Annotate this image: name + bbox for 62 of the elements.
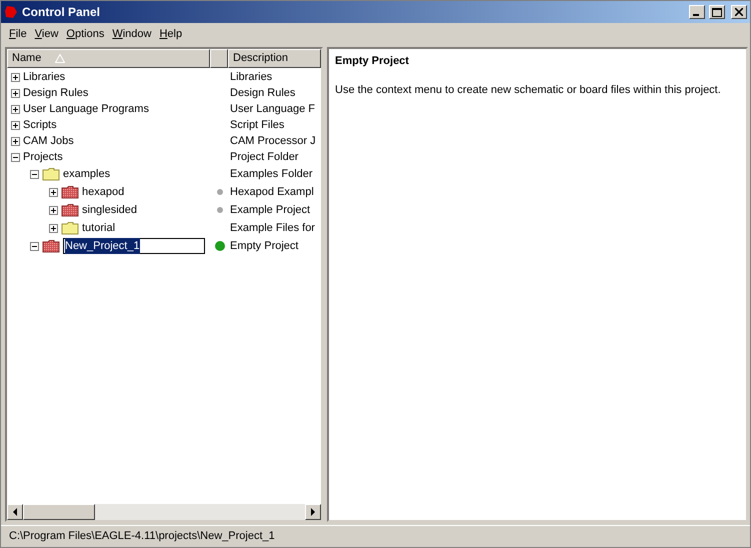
tree-item-label[interactable]: Scripts bbox=[23, 116, 57, 134]
menu-item[interactable]: File bbox=[5, 26, 31, 42]
scroll-left-button[interactable] bbox=[7, 504, 23, 520]
folder-icon bbox=[61, 221, 79, 235]
item-description: Script Files bbox=[229, 118, 284, 133]
item-description: Empty Project bbox=[229, 238, 298, 254]
column-header[interactable]: Name bbox=[7, 49, 210, 68]
menu-item[interactable]: Window bbox=[108, 26, 156, 42]
tree-item-label[interactable]: Libraries bbox=[23, 68, 66, 86]
tree-item-label[interactable]: Projects bbox=[23, 148, 63, 166]
tree-item-label[interactable]: examples bbox=[63, 166, 110, 182]
left-arrow-icon bbox=[12, 508, 18, 516]
minimize-button[interactable] bbox=[689, 5, 705, 19]
right-arrow-icon bbox=[310, 508, 316, 516]
menu-item[interactable]: Options bbox=[62, 26, 108, 42]
expand-icon[interactable] bbox=[11, 72, 20, 82]
sort-arrow-icon bbox=[55, 54, 66, 63]
detail-title: Empty Project bbox=[335, 54, 410, 69]
tree-item-label[interactable]: singlesided bbox=[82, 202, 138, 218]
tree-item-label[interactable]: tutorial bbox=[82, 220, 116, 236]
detail-text: Use the context menu to create new schematic or board files within this project. bbox=[335, 82, 722, 98]
status-path: C:\Program Files\EAGLE-4.11\projects\New_Project_1 bbox=[9, 529, 275, 544]
expand-icon[interactable] bbox=[49, 188, 58, 196]
project-folder-icon bbox=[61, 203, 79, 217]
collapse-icon[interactable] bbox=[30, 170, 39, 178]
expand-icon[interactable] bbox=[49, 206, 58, 214]
item-description: Examples Folder bbox=[229, 166, 313, 182]
name-edit-field[interactable]: New_Project_1 bbox=[63, 238, 205, 254]
tree-item-label[interactable]: User Language Programs bbox=[23, 100, 149, 118]
app-icon bbox=[4, 5, 18, 19]
project-folder-icon bbox=[61, 185, 79, 199]
close-button[interactable] bbox=[731, 5, 747, 19]
expand-icon[interactable] bbox=[11, 104, 20, 114]
item-description: User Language F bbox=[229, 102, 315, 117]
tree-item-label[interactable]: Design Rules bbox=[23, 84, 88, 102]
scroll-right-button[interactable] bbox=[305, 504, 321, 520]
tree-item-label[interactable]: hexapod bbox=[82, 184, 124, 200]
expand-icon[interactable] bbox=[11, 136, 20, 146]
item-description: Example Files for bbox=[229, 220, 315, 236]
item-description: Project Folder bbox=[229, 150, 298, 165]
collapse-icon[interactable] bbox=[30, 242, 39, 250]
scrollbar-thumb[interactable] bbox=[23, 504, 95, 520]
expand-icon[interactable] bbox=[49, 224, 58, 232]
close-icon bbox=[735, 8, 743, 16]
item-description: Example Project bbox=[229, 202, 310, 218]
item-description: CAM Processor J bbox=[229, 134, 316, 149]
project-folder-icon bbox=[42, 239, 60, 253]
item-description: Design Rules bbox=[229, 86, 296, 101]
folder-icon bbox=[42, 167, 60, 181]
maximize-icon bbox=[712, 8, 722, 16]
item-description: Hexapod Exampl bbox=[229, 184, 314, 200]
collapse-icon[interactable] bbox=[11, 152, 20, 162]
column-header[interactable]: Description bbox=[228, 49, 321, 68]
menu-item[interactable]: Help bbox=[155, 26, 186, 42]
menu-item[interactable]: View bbox=[30, 26, 62, 42]
column-header[interactable] bbox=[210, 49, 228, 68]
tree-item-label[interactable]: CAM Jobs bbox=[23, 132, 74, 150]
expand-icon[interactable] bbox=[11, 120, 20, 130]
window-title: Control Panel bbox=[22, 4, 100, 21]
maximize-button[interactable] bbox=[709, 5, 725, 19]
expand-icon[interactable] bbox=[11, 88, 20, 98]
item-description: Libraries bbox=[229, 70, 272, 85]
